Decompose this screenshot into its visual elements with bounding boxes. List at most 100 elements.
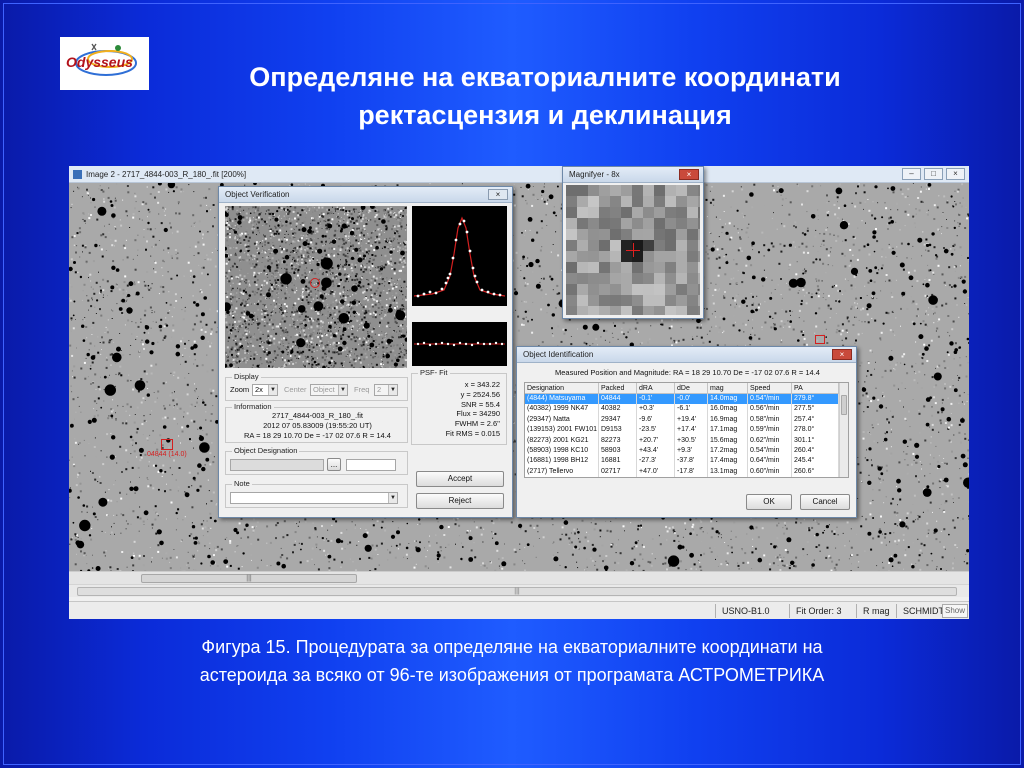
table-cell: 16.9mag [708, 414, 748, 426]
psf-fwhm: FWHM = 2.6'' [454, 419, 500, 429]
center-select[interactable]: Object ▼ [310, 384, 348, 396]
column-header[interactable]: dDe [675, 383, 708, 393]
information-group: Information 2717_4844-003_R_180_.fit 201… [225, 402, 408, 443]
zoom-label: Zoom [230, 385, 250, 394]
measured-position: Measured Position and Magnitude: RA = 18… [555, 368, 820, 377]
status-fit-order: Fit Order: 3 [789, 604, 842, 618]
target-marker [161, 439, 173, 450]
table-row[interactable]: (4844) Matsuyama 04844 -0.1' -0.0' 14.0mag 0.… [525, 394, 848, 405]
verification-close-button[interactable]: × [488, 189, 508, 200]
table-cell: +0.3' [637, 404, 675, 415]
table-cell: (82273) 2001 KG21 [525, 435, 599, 446]
table-cell: 245.4° [792, 456, 839, 467]
image-window-titlebar: Image 2 - 2717_4844-003_R_180_.fit [200%… [69, 166, 969, 183]
table-header: Designation Packed dRA dDe mag Speed PA [525, 383, 848, 394]
table-cell: 278.0° [792, 425, 839, 436]
table-cell: 0.64"/min [748, 456, 792, 467]
psf-residual-plot [412, 322, 507, 366]
main-scroll-thumb[interactable]: ||| [77, 587, 957, 596]
object-verification-dialog: Object Verification × Display Zoom 2x ▼ Ce… [218, 186, 513, 518]
table-scrollbar[interactable] [839, 383, 848, 478]
table-row[interactable]: (82273) 2001 KG21 82273 +20.7' +30.5' 15.6ma… [525, 435, 848, 446]
column-header[interactable]: Packed [599, 383, 637, 393]
ok-button[interactable]: OK [746, 494, 792, 510]
table-cell: 82273 [599, 435, 637, 446]
verification-title: Object Verification [225, 190, 290, 199]
odysseus-logo: Odysseus [60, 37, 149, 90]
table-cell: 16881 [599, 456, 637, 467]
column-header[interactable]: mag [708, 383, 748, 393]
maximize-button[interactable]: □ [924, 168, 943, 180]
scroll-thumb[interactable]: ||| [141, 574, 357, 583]
table-cell: 0.54"/min [748, 445, 792, 457]
cancel-button[interactable]: Cancel [800, 494, 850, 510]
note-select[interactable]: ▼ [230, 492, 398, 504]
table-row[interactable]: (58903) 1998 KC10 58903 +43.4' +9.3' 17.2mag… [525, 445, 848, 457]
close-button[interactable]: × [946, 168, 965, 180]
column-header[interactable]: PA [792, 383, 839, 393]
magnifier-window: Magnifyer - 8x × [562, 166, 704, 319]
column-header[interactable]: Designation [525, 383, 599, 393]
title-line-1: Определяне на екваториалните координати [249, 62, 841, 92]
table-row[interactable]: (29347) Natta 29347 -9.6' +19.4' 16.9mag 0.58… [525, 414, 848, 426]
secondary-marker [815, 335, 825, 344]
freq-select[interactable]: 2 ▼ [374, 384, 398, 396]
main-scrollbar[interactable]: ||| [69, 584, 969, 597]
accept-button[interactable]: Accept [416, 471, 504, 487]
table-cell: (40382) 1999 NK47 [525, 404, 599, 415]
table-row[interactable]: (139153) 2001 FW101 D9153 -23.5' +17.4' 17.1… [525, 425, 848, 436]
table-cell: 0.54"/min [748, 394, 792, 405]
info-filename: 2717_4844-003_R_180_.fit [272, 411, 363, 420]
chevron-down-icon: ▼ [338, 385, 347, 395]
object-identification-dialog: Object Identification × Measured Position… [516, 346, 857, 518]
table-cell: -9.6' [637, 414, 675, 426]
magnifier-title: Magnifyer - 8x [569, 170, 620, 179]
chevron-down-icon: ▼ [268, 385, 277, 395]
table-row[interactable]: (2717) Tellervo 02717 +47.0' -17.8' 13.1mag 0… [525, 466, 848, 478]
table-cell: +19.4' [675, 414, 708, 426]
table-cell: 04844 [599, 394, 637, 405]
identification-close-button[interactable]: × [832, 349, 852, 360]
reject-button[interactable]: Reject [416, 493, 504, 509]
table-cell: 40382 [599, 404, 637, 415]
astrometrica-screenshot: Image 2 - 2717_4844-003_R_180_.fit [200%… [69, 166, 969, 619]
image-window-title: Image 2 - 2717_4844-003_R_180_.fit [200%… [86, 170, 247, 179]
target-label: 04844 (14.0) [147, 451, 187, 458]
table-scroll-thumb[interactable] [841, 395, 847, 415]
table-cell: 0.59"/min [748, 425, 792, 436]
table-cell: -17.8' [675, 466, 708, 478]
table-cell: 301.1° [792, 435, 839, 446]
table-cell: (139153) 2001 FW101 [525, 425, 599, 436]
show-button[interactable]: Show [942, 604, 968, 618]
figure-caption: Фигура 15. Процедурата за определяне на … [0, 633, 1024, 689]
minimize-button[interactable]: – [902, 168, 921, 180]
psf-profile-plot [412, 206, 507, 306]
title-line-2: ректасцензия и деклинация [358, 100, 732, 130]
designation-input[interactable] [230, 459, 324, 471]
column-header[interactable]: Speed [748, 383, 792, 393]
identification-title: Object Identification [523, 350, 594, 359]
magnifier-close-button[interactable]: × [679, 169, 699, 180]
zoom-select[interactable]: 2x ▼ [252, 384, 278, 396]
logo-text: Odysseus [66, 54, 133, 70]
identification-table: Designation Packed dRA dDe mag Speed PA (4844) … [524, 382, 849, 479]
slide-title: Определяне на екваториалните координати … [165, 58, 925, 134]
designation-number-field[interactable] [346, 459, 396, 471]
crosshair-horizontal [626, 250, 640, 251]
psf-fit-group: PSF- Fit x = 343.22 y = 2524.56 SNR = 55… [411, 368, 507, 445]
designation-browse-button[interactable]: ... [327, 458, 341, 471]
table-cell: 279.8° [792, 394, 839, 405]
table-row[interactable]: (16881) 1998 BH12 16881 -27.3' -37.8' 17.4ma… [525, 456, 848, 467]
table-row[interactable]: (40382) 1999 NK47 40382 +0.3' -6.1' 16.0mag 0… [525, 404, 848, 415]
image-scrollbar[interactable]: ||| [69, 571, 969, 584]
psf-group-label: PSF- Fit [418, 368, 450, 377]
table-cell: (58903) 1998 KC10 [525, 445, 599, 457]
table-cell: 16.0mag [708, 404, 748, 415]
table-cell: 277.5° [792, 404, 839, 415]
table-cell: +9.3' [675, 445, 708, 457]
column-header[interactable]: dRA [637, 383, 675, 393]
psf-flux: Flux = 34290 [456, 409, 500, 419]
table-cell: +20.7' [637, 435, 675, 446]
designation-group-label: Object Designation [232, 446, 300, 455]
table-cell: 17.4mag [708, 456, 748, 467]
